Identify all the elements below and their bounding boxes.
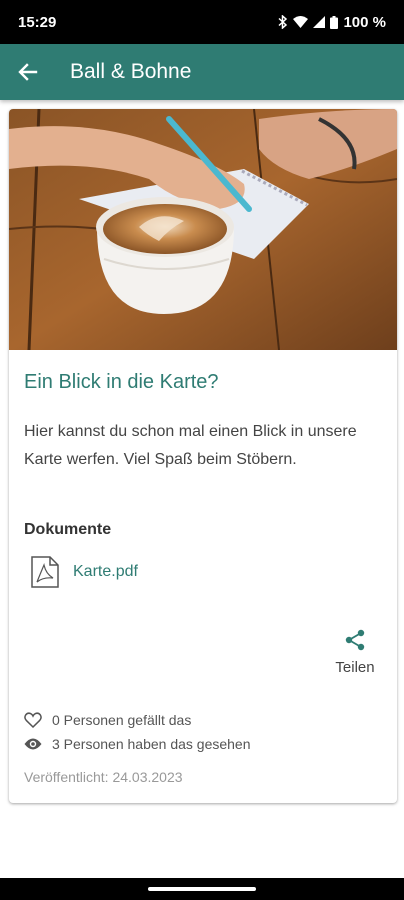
share-label: Teilen <box>335 659 375 676</box>
home-indicator[interactable] <box>148 887 256 891</box>
arrow-left-icon <box>18 63 38 81</box>
likes-row[interactable]: 0 Personen gefällt das <box>24 712 191 728</box>
published-date: Veröffentlicht: 24.03.2023 <box>24 769 183 785</box>
share-icon <box>345 629 365 651</box>
bluetooth-icon <box>278 15 288 29</box>
battery-text: 100 % <box>343 13 386 31</box>
views-count-text: 3 Personen haben das gesehen <box>52 736 251 752</box>
document-item[interactable]: Karte.pdf <box>31 556 138 588</box>
post-description: Hier kannst du schon mal einen Blick in … <box>24 423 357 468</box>
documents-heading: Dokumente <box>24 521 112 538</box>
back-button[interactable] <box>0 44 56 100</box>
post-card: Ein Blick in die Karte? Hier kannst du s… <box>9 109 397 803</box>
eye-icon <box>24 738 42 750</box>
document-name[interactable]: Karte.pdf <box>73 563 138 581</box>
status-icons: 100 % <box>278 14 386 31</box>
post-title: Ein Blick in die Karte? <box>24 371 219 393</box>
views-row: 3 Personen haben das gesehen <box>24 736 251 752</box>
post-image <box>9 109 397 350</box>
battery-icon <box>330 15 339 29</box>
app-bar: Ball & Bohne <box>0 44 404 100</box>
signal-icon <box>313 16 326 28</box>
status-time: 15:29 <box>18 13 57 31</box>
wifi-icon <box>293 16 309 28</box>
heart-icon[interactable] <box>24 712 42 728</box>
status-bar: 15:29 100 % <box>0 0 404 44</box>
system-nav-bar <box>0 878 404 900</box>
pdf-icon <box>31 556 59 588</box>
likes-count-text: 0 Personen gefällt das <box>52 712 192 728</box>
share-button[interactable]: Teilen <box>327 629 383 685</box>
page-title: Ball & Bohne <box>70 60 192 83</box>
